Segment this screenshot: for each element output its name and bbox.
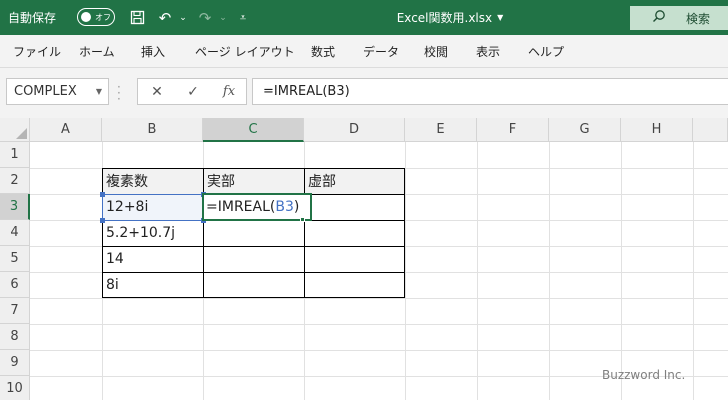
ribbon-tabs: ファイル ホーム 挿入 ページ レイアウト 数式 データ 校閲 表示 ヘルプ	[0, 35, 728, 68]
gridline	[549, 142, 550, 400]
fill-handle[interactable]	[300, 217, 305, 222]
customize-qat-icon[interactable]: ⩡	[230, 0, 256, 35]
row-header-2[interactable]: 2	[0, 168, 30, 194]
undo-icon[interactable]: ↶	[152, 0, 178, 35]
cell-b3[interactable]: 12+8i	[102, 194, 148, 220]
file-name[interactable]: Excel関数用.xlsx ▼	[370, 0, 530, 35]
title-bar: 自動保存 オフ ↶ ⌄ ↷ ⌄ ⩡ Excel関数用.xlsx ▼ 検索	[0, 0, 728, 35]
cell-b6[interactable]: 8i	[102, 272, 119, 298]
column-header-f[interactable]: F	[477, 118, 549, 142]
cell-b5[interactable]: 14	[102, 246, 124, 272]
autosave-state: オフ	[95, 12, 111, 22]
row-header-3[interactable]: 3	[0, 194, 30, 220]
column-header-d[interactable]: D	[304, 118, 405, 142]
name-box-value: COMPLEX	[14, 84, 77, 99]
gridline	[30, 350, 728, 351]
column-header-g[interactable]: G	[549, 118, 621, 142]
undo-dropdown-icon[interactable]: ⌄	[177, 0, 189, 35]
tab-view[interactable]: 表示	[476, 35, 500, 68]
gridline	[405, 142, 406, 400]
row-header-4[interactable]: 4	[0, 220, 30, 246]
gridline	[30, 298, 728, 299]
cell-b4[interactable]: 5.2+10.7j	[102, 220, 175, 246]
table-border	[102, 297, 405, 298]
tab-help[interactable]: ヘルプ	[528, 35, 564, 68]
worksheet-grid[interactable]: A B C D E F G H 1 2 3 4 5 6 7 8 9 10 複素数	[0, 118, 728, 400]
row-header-1[interactable]: 1	[0, 142, 30, 168]
insert-function-icon[interactable]: fx	[214, 79, 244, 104]
cancel-icon[interactable]: ✕	[142, 79, 172, 104]
gridline	[30, 324, 728, 325]
autosave-label: 自動保存	[8, 11, 57, 25]
search-label: 検索	[686, 11, 711, 26]
enter-icon[interactable]: ✓	[178, 79, 208, 104]
formula-suffix: )	[293, 199, 300, 215]
toggle-knob	[81, 12, 91, 22]
table-border	[102, 246, 405, 247]
save-icon[interactable]	[124, 0, 150, 35]
tab-formulas[interactable]: 数式	[311, 35, 335, 68]
cell-d2[interactable]: 虚部	[304, 168, 336, 194]
chevron-down-icon[interactable]: ▼	[96, 87, 102, 96]
autosave-toggle[interactable]: オフ	[77, 8, 115, 26]
row-header-8[interactable]: 8	[0, 324, 30, 350]
search-icon	[652, 9, 666, 27]
redo-icon[interactable]: ↷	[192, 0, 218, 35]
formula-buttons: ✕ ✓ fx	[137, 78, 247, 105]
column-header-c[interactable]: C	[203, 118, 304, 142]
chevron-down-icon: ▼	[497, 13, 504, 22]
row-header-5[interactable]: 5	[0, 246, 30, 272]
row-header-7[interactable]: 7	[0, 298, 30, 324]
tab-page-layout[interactable]: ページ レイアウト	[195, 35, 295, 68]
formula-bar-area: COMPLEX ▼ · · · ✕ ✓ fx =IMREAL(B3)	[0, 68, 728, 118]
name-box[interactable]: COMPLEX ▼	[6, 78, 109, 105]
column-header-b[interactable]: B	[102, 118, 203, 142]
tab-insert[interactable]: 挿入	[141, 35, 165, 68]
formula-input[interactable]: =IMREAL(B3)	[252, 78, 728, 105]
cell-b2[interactable]: 複素数	[102, 168, 148, 194]
row-header-6[interactable]: 6	[0, 272, 30, 298]
row-header-9[interactable]: 9	[0, 350, 30, 376]
gridline	[693, 142, 694, 400]
table-border	[102, 272, 405, 273]
gridline	[621, 142, 622, 400]
select-all-button[interactable]	[0, 118, 30, 142]
formula-prefix: =IMREAL(	[206, 199, 276, 215]
select-all-triangle-icon	[16, 128, 27, 139]
column-header-next[interactable]	[693, 118, 728, 142]
cell-c2[interactable]: 実部	[203, 168, 235, 194]
column-header-e[interactable]: E	[405, 118, 477, 142]
tab-file[interactable]: ファイル	[13, 35, 61, 68]
cell-c3-editor[interactable]: =IMREAL(B3)	[202, 193, 312, 221]
watermark: Buzzword Inc.	[602, 368, 686, 382]
tab-home[interactable]: ホーム	[79, 35, 115, 68]
column-header-a[interactable]: A	[30, 118, 102, 142]
tab-data[interactable]: データ	[363, 35, 399, 68]
row-header-10[interactable]: 10	[0, 376, 30, 400]
formula-reference: B3	[275, 199, 294, 215]
drag-handle-icon[interactable]: · · ·	[117, 81, 121, 105]
search-box[interactable]: 検索	[630, 6, 728, 30]
file-name-text: Excel関数用.xlsx	[396, 11, 493, 25]
column-header-h[interactable]: H	[621, 118, 693, 142]
table-border	[404, 168, 405, 298]
tab-review[interactable]: 校閲	[424, 35, 448, 68]
gridline	[477, 142, 478, 400]
redo-dropdown-icon[interactable]: ⌄	[217, 0, 229, 35]
